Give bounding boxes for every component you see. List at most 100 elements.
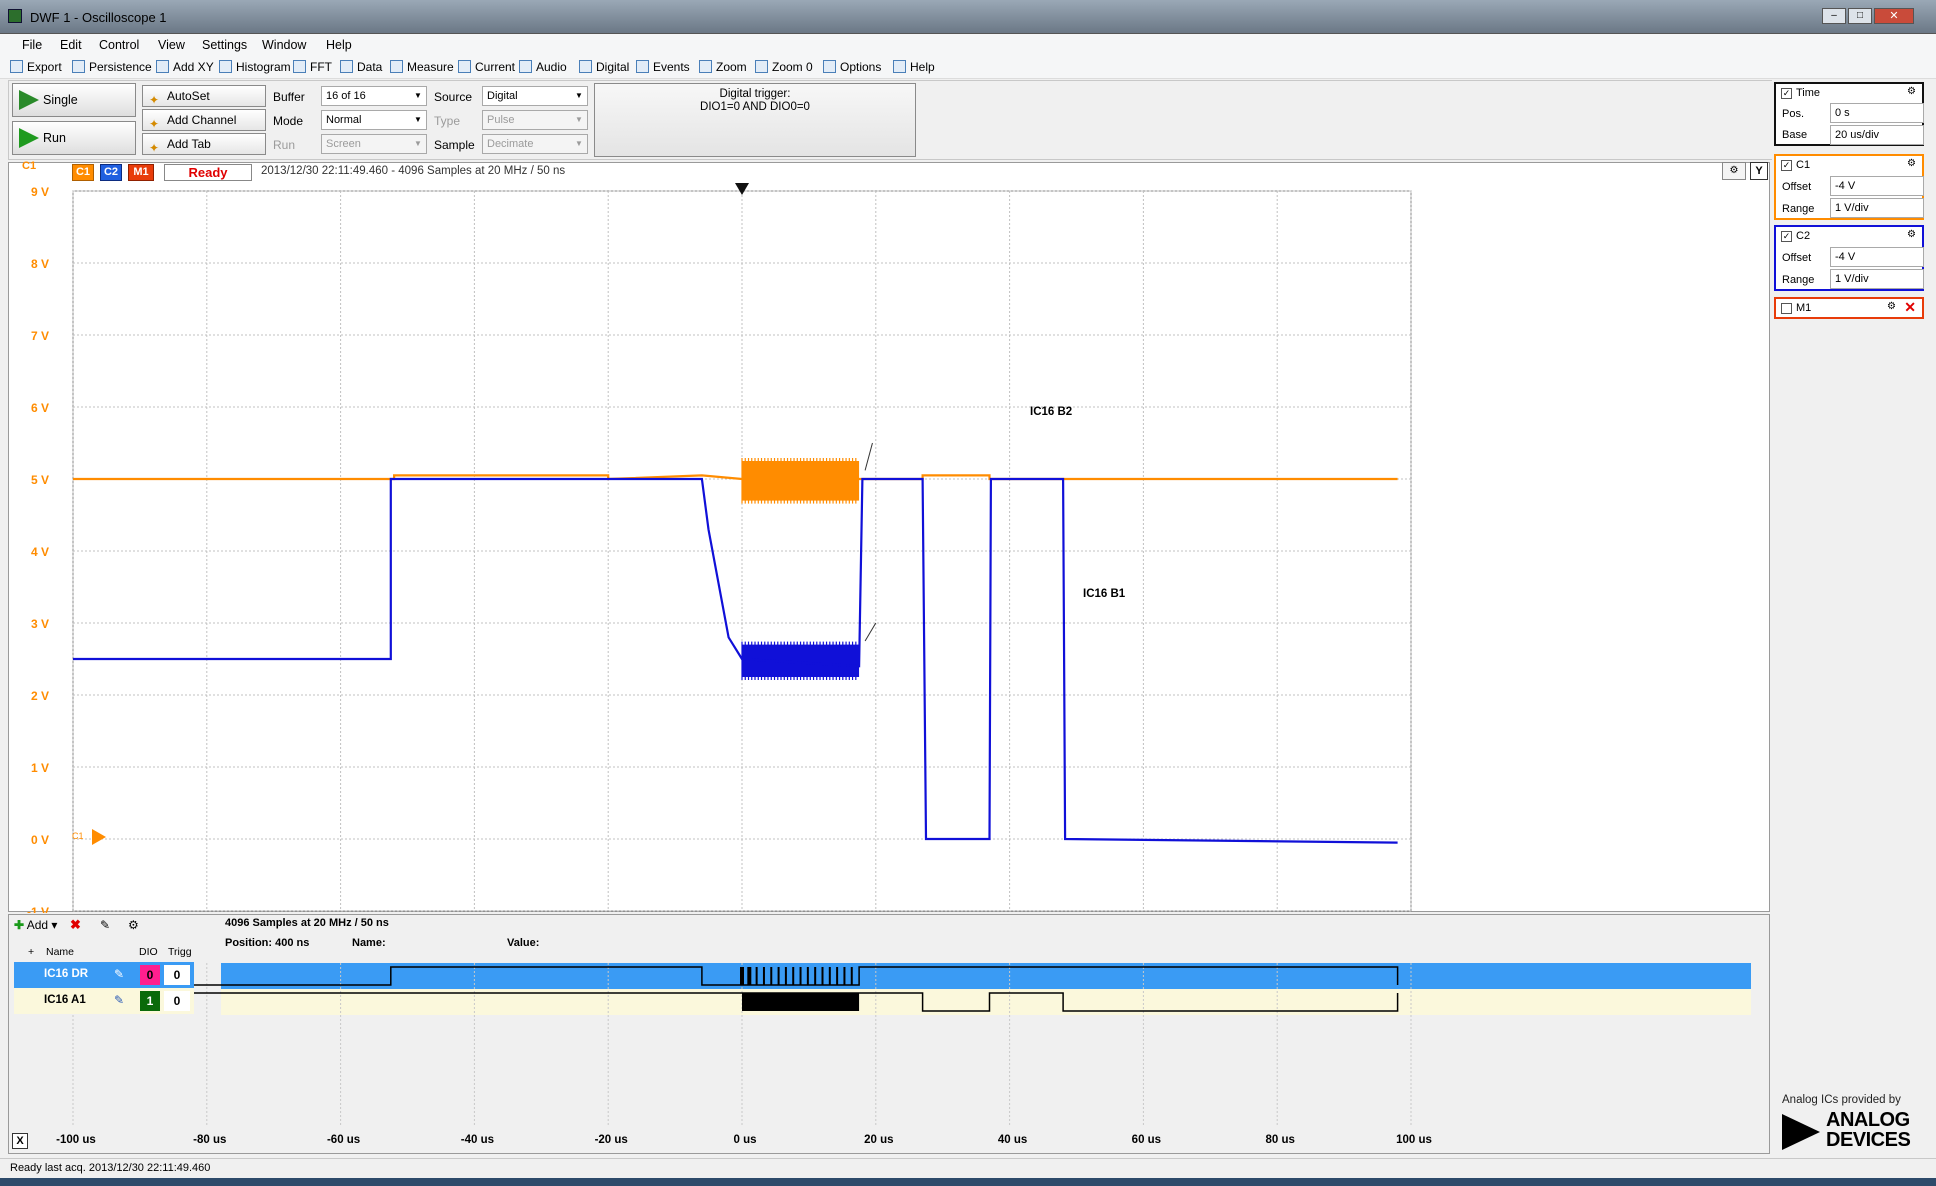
- buffer-select[interactable]: 16 of 16 ▼: [321, 86, 427, 106]
- signal-options-icon[interactable]: ⚙: [128, 918, 139, 932]
- time-checkbox[interactable]: ✓: [1781, 88, 1792, 99]
- run-button[interactable]: Run: [12, 121, 136, 155]
- x-tick-label: -60 us: [326, 1134, 361, 1146]
- digital-row-dr[interactable]: IC16 DR ✎ 0 0: [14, 962, 194, 988]
- sample-select[interactable]: Decimate ▼: [482, 134, 588, 154]
- trigger-value[interactable]: 0: [164, 965, 190, 985]
- x-tick-label: -40 us: [460, 1134, 495, 1146]
- digital-panel: [8, 914, 1770, 1154]
- annotation-ic16-b2: IC16 B2: [1030, 406, 1073, 418]
- menu-window[interactable]: Window: [262, 38, 306, 52]
- c1-title: C1: [1796, 159, 1811, 171]
- menu-edit[interactable]: Edit: [60, 38, 82, 52]
- close-button[interactable]: ✕: [1874, 8, 1914, 24]
- menu-control[interactable]: Control: [99, 38, 139, 52]
- trigger-title: Digital trigger:: [719, 88, 791, 100]
- fft-button[interactable]: FFT: [293, 58, 332, 76]
- data-button[interactable]: Data: [340, 58, 382, 76]
- events-button[interactable]: Events: [636, 58, 690, 76]
- measure-button[interactable]: Measure: [390, 58, 454, 76]
- edit-signal-icon[interactable]: ✎: [100, 918, 110, 932]
- c1-settings-icon[interactable]: ⚙: [1907, 158, 1916, 169]
- menu-view[interactable]: View: [158, 38, 185, 52]
- taskbar: [0, 1178, 1936, 1186]
- c2-range-select[interactable]: 1 V/div: [1830, 269, 1924, 289]
- source-select[interactable]: Digital ▼: [482, 86, 588, 106]
- menu-settings[interactable]: Settings: [202, 38, 247, 52]
- add-channel-button[interactable]: ✦ Add Channel: [142, 109, 266, 131]
- edit-pencil-icon[interactable]: ✎: [114, 993, 124, 1007]
- m1-settings-icon[interactable]: ⚙: [1887, 301, 1896, 312]
- y-axis-toggle[interactable]: Y: [1750, 162, 1768, 180]
- m1-remove-icon[interactable]: ✕: [1904, 299, 1916, 316]
- menu-file[interactable]: File: [22, 38, 42, 52]
- c2-offset-input[interactable]: -4 V: [1830, 247, 1924, 267]
- zoom-button[interactable]: Zoom: [699, 58, 747, 76]
- y-tick-label: 6 V: [31, 401, 49, 415]
- autoset-button[interactable]: ✦ AutoSet: [142, 85, 266, 107]
- type-select[interactable]: Pulse ▼: [482, 110, 588, 130]
- c1-range-label: Range: [1782, 203, 1815, 215]
- single-button[interactable]: Single: [12, 83, 136, 117]
- c2-badge[interactable]: C2: [100, 164, 122, 181]
- histogram-button[interactable]: Histogram: [219, 58, 291, 76]
- run-mode-select[interactable]: Screen ▼: [321, 134, 427, 154]
- c2-settings-icon[interactable]: ⚙: [1907, 229, 1916, 240]
- trigger-value[interactable]: 0: [164, 991, 190, 1011]
- scope-plot-svg[interactable]: 9 V 8 V 7 V 6 V 5 V 4 V 3 V 2 V 1 V 0 V -1 V: [9, 163, 1771, 913]
- add-signal-button[interactable]: ✚ Add ▾: [14, 918, 57, 932]
- x-tick-label: 0 us: [733, 1134, 757, 1146]
- remove-signal-icon[interactable]: ✖: [70, 917, 81, 933]
- digital-button[interactable]: Digital: [579, 58, 629, 76]
- oscilloscope-plot[interactable]: 9 V 8 V 7 V 6 V 5 V 4 V 3 V 2 V 1 V 0 V -1 V: [8, 162, 1771, 913]
- digital-waveform-svg[interactable]: [9, 915, 1771, 1155]
- export-button[interactable]: Export: [10, 58, 62, 76]
- digital-value-label: Value:: [507, 937, 540, 949]
- persistence-button[interactable]: Persistence: [72, 58, 152, 76]
- current-button[interactable]: Current: [458, 58, 515, 76]
- audio-button[interactable]: Audio: [519, 58, 567, 76]
- chevron-down-icon: ▼: [575, 115, 583, 124]
- trigger-summary[interactable]: Digital trigger: DIO1=0 AND DIO0=0: [594, 83, 916, 157]
- a1-burst-block: [742, 993, 860, 1011]
- time-settings-icon[interactable]: ⚙: [1907, 86, 1916, 97]
- mode-label: Mode: [273, 114, 304, 128]
- minimize-button[interactable]: –: [1822, 8, 1846, 24]
- c1-checkbox[interactable]: ✓: [1781, 160, 1792, 171]
- run-icon: [19, 128, 39, 148]
- mode-select[interactable]: Normal ▼: [321, 110, 427, 130]
- sample-label: Sample: [434, 138, 475, 152]
- add-tab-button[interactable]: ✦ Add Tab: [142, 133, 266, 155]
- zoom-0-button[interactable]: Zoom 0: [755, 58, 813, 76]
- y-tick-label: 1 V: [31, 761, 49, 775]
- digital-row-a1[interactable]: IC16 A1 ✎ 1 0: [14, 988, 194, 1014]
- x-tick-label: 20 us: [864, 1134, 894, 1146]
- base-select[interactable]: 20 us/div: [1830, 125, 1924, 145]
- histogram-icon: [219, 60, 232, 73]
- maximize-button[interactable]: □: [1848, 8, 1872, 24]
- chevron-down-icon: ▼: [575, 139, 583, 148]
- analog-ics-caption: Analog ICs provided by: [1782, 1094, 1901, 1106]
- help-button[interactable]: Help: [893, 58, 935, 76]
- edit-pencil-icon[interactable]: ✎: [114, 967, 124, 981]
- options-button[interactable]: Options: [823, 58, 881, 76]
- m1-badge[interactable]: M1: [128, 164, 154, 181]
- y-tick-label: 5 V: [31, 473, 49, 487]
- plot-options-icon[interactable]: ⚙: [1722, 162, 1746, 180]
- buffer-label: Buffer: [273, 90, 305, 104]
- menu-help[interactable]: Help: [326, 38, 352, 52]
- signal-name: IC16 DR: [44, 968, 89, 980]
- c2-checkbox[interactable]: ✓: [1781, 231, 1792, 242]
- active-channel-label: C1: [22, 160, 37, 172]
- single-icon: [19, 90, 39, 110]
- add-xy-button[interactable]: Add XY: [156, 58, 214, 76]
- col-plus[interactable]: +: [28, 946, 34, 958]
- app-icon: [8, 9, 22, 23]
- c1-badge[interactable]: C1: [72, 164, 94, 181]
- c1-range-select[interactable]: 1 V/div: [1830, 198, 1924, 218]
- x-axis-toggle[interactable]: X: [12, 1133, 28, 1149]
- c1-offset-marker[interactable]: [92, 829, 106, 845]
- pos-input[interactable]: 0 s: [1830, 103, 1924, 123]
- m1-checkbox[interactable]: [1781, 303, 1792, 314]
- c1-offset-input[interactable]: -4 V: [1830, 176, 1924, 196]
